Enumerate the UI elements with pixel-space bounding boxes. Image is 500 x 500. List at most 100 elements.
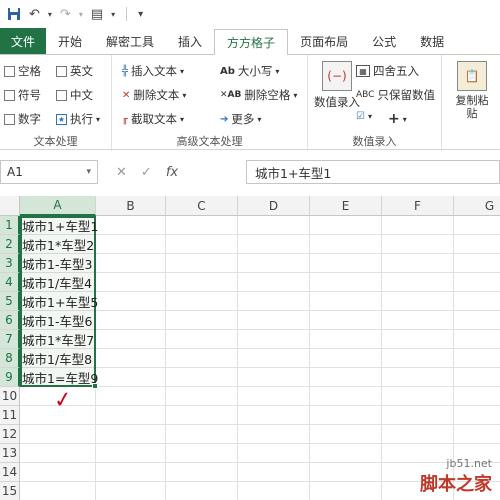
column-header-d[interactable]: D <box>238 196 310 216</box>
form-icon[interactable]: ▤ <box>88 4 106 24</box>
row-header-9[interactable]: 9 <box>0 368 20 387</box>
column-header-g[interactable]: G <box>454 196 500 216</box>
column-header-b[interactable]: B <box>96 196 166 216</box>
watermark-text: 脚本之家 <box>420 474 492 495</box>
delete-text-button[interactable]: ✕ 删除文本 ▾ <box>122 87 186 103</box>
enter-icon[interactable]: ✓ <box>141 165 152 180</box>
cell-a5[interactable]: 城市1+车型5 <box>22 292 132 311</box>
insert-function-icon[interactable]: fx <box>166 165 178 180</box>
ribbon-tabs: 文件 开始 解密工具 插入 方方格子 页面布局 公式 数据 <box>0 28 500 55</box>
checkbox-symbol[interactable]: 符号 <box>4 87 41 103</box>
checkbox-english[interactable]: 英文 <box>56 63 93 79</box>
row-header-15[interactable]: 15 <box>0 482 20 500</box>
tab-data[interactable]: 数据 <box>408 28 456 54</box>
checkbox-number[interactable]: 数字 <box>4 111 41 127</box>
cell-a3[interactable]: 城市1-车型3 <box>22 254 132 273</box>
insert-text-button[interactable]: ╬ 插入文本 ▾ <box>122 63 184 79</box>
column-header-f[interactable]: F <box>382 196 454 216</box>
round-button[interactable]: ▦ 四舍五入 <box>356 63 419 79</box>
button-label: 只保留数值 <box>377 88 435 102</box>
row-header-6[interactable]: 6 <box>0 311 20 330</box>
column-header-e[interactable]: E <box>310 196 382 216</box>
button-label: 删除文本 <box>133 88 180 102</box>
row-header-5[interactable]: 5 <box>0 292 20 311</box>
copy-paste-button[interactable]: 📋 复制粘贴 <box>452 61 492 120</box>
case-button[interactable]: Ab 大小写 ▾ <box>220 63 279 79</box>
checkbox-label: 符号 <box>18 88 41 102</box>
value-entry-button[interactable]: (−) 数值录入 <box>314 61 360 110</box>
button-label: 大小写 <box>237 64 273 78</box>
cell-a8[interactable]: 城市1/车型8 <box>22 349 132 368</box>
chevron-down-icon: ▾ <box>180 66 185 76</box>
customize-qat-icon[interactable]: ▾ <box>135 4 146 24</box>
more-button[interactable]: ➔ 更多 ▾ <box>220 111 261 127</box>
cell-a1[interactable]: 城市1+车型1 <box>22 216 132 235</box>
checkbox-icon <box>4 89 15 101</box>
row-header-13[interactable]: 13 <box>0 444 20 463</box>
chevron-down-icon: ▾ <box>182 90 187 100</box>
undo-icon[interactable]: ↶ <box>26 4 43 24</box>
row-header-1[interactable]: 1 <box>0 216 20 235</box>
row-header-11[interactable]: 11 <box>0 406 20 425</box>
tab-fangfang-gezi[interactable]: 方方格子 <box>214 29 289 55</box>
group-label: 高级文本处理 <box>176 135 243 148</box>
redo-dropdown-icon[interactable]: ▾ <box>76 4 86 24</box>
column-gridline <box>381 216 382 500</box>
row-header-10[interactable]: 10 <box>0 387 20 406</box>
extract-text-button[interactable]: ╓ 截取文本 ▾ <box>122 111 184 127</box>
formula-bar: A1 ▾ ✕ ✓ fx 城市1+车型1 <box>0 158 500 188</box>
check-dropdown-button[interactable]: ☑ ▾ <box>356 111 372 122</box>
column-header-a[interactable]: A <box>20 196 96 216</box>
select-all-corner[interactable] <box>0 196 20 216</box>
chevron-down-icon: ▾ <box>86 167 91 177</box>
copy-paste-group: 📋 复制粘贴 <box>442 55 500 151</box>
name-box[interactable]: A1 ▾ <box>0 160 98 184</box>
row-header-12[interactable]: 12 <box>0 425 20 444</box>
tab-page-layout[interactable]: 页面布局 <box>288 28 360 54</box>
row-header-4[interactable]: 4 <box>0 273 20 292</box>
checkbox-chinese[interactable]: 中文 <box>56 87 93 103</box>
tab-file[interactable]: 文件 <box>0 28 46 54</box>
row-header-2[interactable]: 2 <box>0 235 20 254</box>
insert-text-icon: ╬ <box>122 65 129 77</box>
tab-insert[interactable]: 插入 <box>166 28 214 54</box>
redo-icon[interactable]: ↷ <box>57 4 74 24</box>
button-label: 更多 <box>231 112 255 126</box>
tab-home[interactable]: 开始 <box>46 28 94 54</box>
cancel-icon[interactable]: ✕ <box>116 165 127 180</box>
checkmark-annotation: ✓ <box>52 386 75 415</box>
execute-label: 执行 <box>70 112 93 126</box>
delete-space-icon: ✕AB <box>220 90 242 100</box>
cell-a2[interactable]: 城市1*车型2 <box>22 235 132 254</box>
cell-a6[interactable]: 城市1-车型6 <box>22 311 132 330</box>
row-header-7[interactable]: 7 <box>0 330 20 349</box>
case-icon: Ab <box>220 65 235 77</box>
delete-space-button[interactable]: ✕AB 删除空格 ▾ <box>220 87 297 103</box>
tab-decrypt-tools[interactable]: 解密工具 <box>94 28 166 54</box>
row-header-3[interactable]: 3 <box>0 254 20 273</box>
formula-input[interactable]: 城市1+车型1 <box>246 160 500 184</box>
checkbox-label: 英文 <box>70 64 93 78</box>
plus-dropdown-button[interactable]: + ▾ <box>388 111 407 127</box>
name-box-value: A1 <box>7 165 23 179</box>
row-gridline <box>20 405 500 406</box>
qat-separator <box>126 7 128 21</box>
row-gridline <box>20 424 500 425</box>
cell-a7[interactable]: 城市1*车型7 <box>22 330 132 349</box>
keep-numbers-button[interactable]: ABC 只保留数值 <box>356 87 435 103</box>
cell-a9[interactable]: 城市1=车型9 <box>22 368 132 387</box>
cell-a4[interactable]: 城市1/车型4 <box>22 273 132 292</box>
row-header-14[interactable]: 14 <box>0 463 20 482</box>
form-dropdown-icon[interactable]: ▾ <box>108 4 118 24</box>
execute-button[interactable]: ★ 执行 ▾ <box>56 111 100 127</box>
tab-formulas[interactable]: 公式 <box>360 28 408 54</box>
save-icon[interactable] <box>4 4 24 24</box>
checkbox-icon <box>4 65 15 77</box>
checkbox-icon <box>56 65 67 77</box>
undo-dropdown-icon[interactable]: ▾ <box>45 4 55 24</box>
column-header-c[interactable]: C <box>166 196 238 216</box>
star-icon: ★ <box>56 113 67 125</box>
checkbox-icon <box>4 113 15 125</box>
row-header-8[interactable]: 8 <box>0 349 20 368</box>
checkbox-space[interactable]: 空格 <box>4 63 41 79</box>
